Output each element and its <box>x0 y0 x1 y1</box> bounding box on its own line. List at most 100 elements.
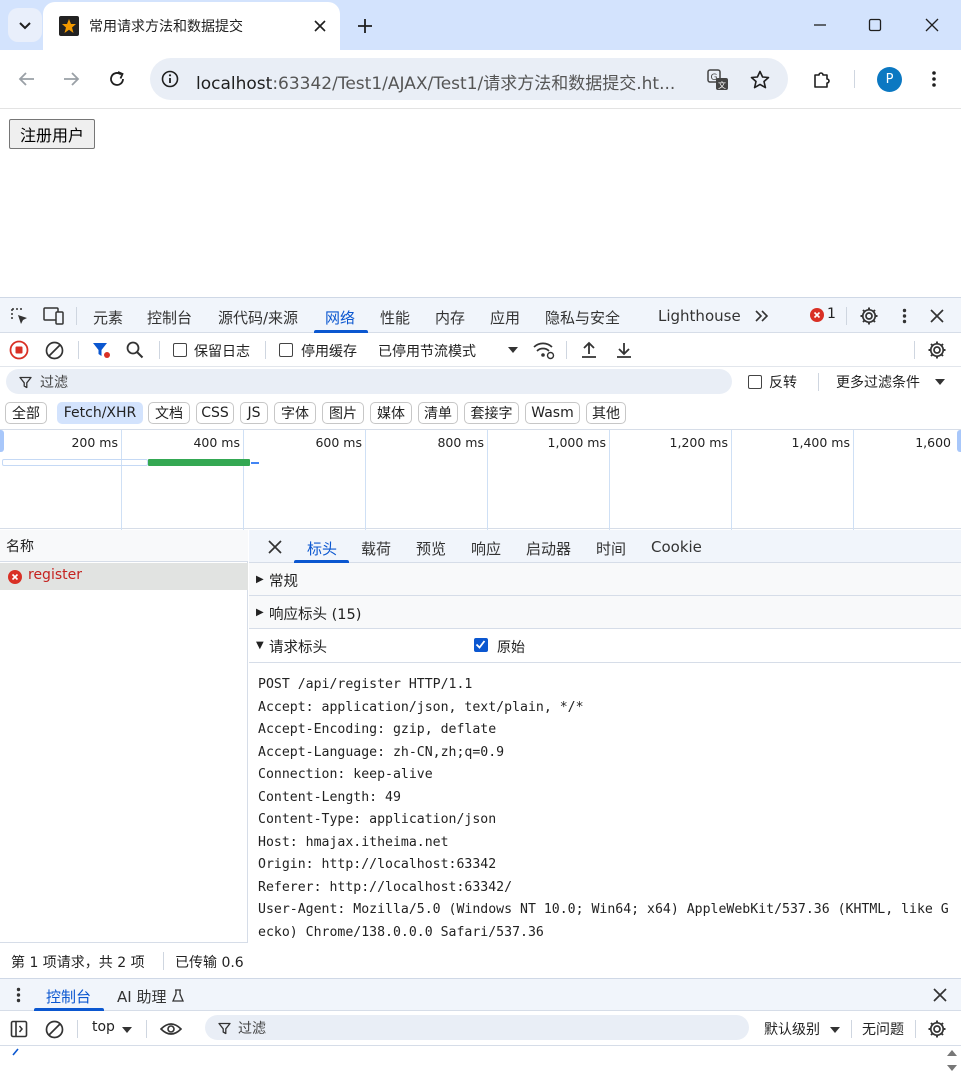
forward-button[interactable] <box>57 65 85 93</box>
clear-console-icon[interactable] <box>44 1019 64 1039</box>
minimize-button[interactable] <box>805 10 835 40</box>
preserve-log-checkbox[interactable] <box>173 343 187 357</box>
dropdown-arrow-icon[interactable] <box>934 377 946 387</box>
more-vert-icon[interactable] <box>897 306 911 326</box>
drawer-tab-ai-assistance[interactable]: AI 助理 <box>117 986 166 1007</box>
tab-preview[interactable]: 预览 <box>416 538 446 559</box>
minimize-icon <box>814 24 826 26</box>
context-selector[interactable]: top <box>92 1019 115 1035</box>
close-devtools-icon[interactable] <box>928 307 946 325</box>
import-har-icon[interactable] <box>579 340 599 360</box>
tab-timing[interactable]: 时间 <box>596 538 626 559</box>
close-drawer-icon[interactable] <box>932 987 948 1003</box>
issues-count[interactable]: 无问题 <box>862 1019 904 1039</box>
tab-network[interactable]: 网络 <box>325 307 355 328</box>
tab-cookies[interactable]: Cookie <box>651 538 702 556</box>
scroll-up-arrow-icon[interactable] <box>946 1047 958 1057</box>
network-settings-gear-icon[interactable] <box>927 340 947 360</box>
maximize-button[interactable] <box>860 10 890 40</box>
timeline-range-handle-right[interactable] <box>957 430 961 452</box>
throttling-select[interactable]: 已停用节流模式 <box>378 341 476 361</box>
section-response-headers[interactable]: ▶ 响应标头 (15) <box>249 596 961 629</box>
error-count[interactable]: 1 <box>827 306 836 322</box>
tab-privacy-security[interactable]: 隐私与安全 <box>545 307 620 328</box>
export-har-icon[interactable] <box>614 340 634 360</box>
tab-payload[interactable]: 载荷 <box>361 538 391 559</box>
invert-checkbox[interactable] <box>748 375 762 389</box>
section-request-headers[interactable]: ▼ 请求标头 原始 <box>249 629 961 663</box>
column-name[interactable]: 名称 <box>6 536 34 556</box>
url-path: :63342/Test1/AJAX/Test1/请求方法和数据提交.ht... <box>272 74 676 94</box>
tab-performance[interactable]: 性能 <box>380 307 410 328</box>
register-user-button[interactable]: 注册用户 <box>9 119 95 149</box>
chip-js[interactable]: JS <box>240 402 268 424</box>
chip-wasm[interactable]: Wasm <box>525 402 580 424</box>
tab-headers[interactable]: 标头 <box>307 538 337 559</box>
more-tabs-chevron-icon[interactable] <box>752 306 772 326</box>
sidebar-toggle-icon[interactable] <box>9 1019 29 1039</box>
request-row[interactable]: register <box>0 563 248 590</box>
network-timeline-overview[interactable]: 200 ms 400 ms 600 ms 800 ms 1,000 ms 1,2… <box>0 429 961 530</box>
error-count-icon[interactable] <box>809 307 824 322</box>
drawer-menu-icon[interactable] <box>12 986 24 1004</box>
dropdown-arrow-icon[interactable] <box>121 1025 133 1035</box>
close-details-icon[interactable] <box>267 539 283 555</box>
filter-funnel-icon[interactable] <box>91 340 111 360</box>
browser-tab-active[interactable]: 常用请求方法和数据提交 <box>43 2 340 50</box>
section-general[interactable]: ▶ 常规 <box>249 563 961 596</box>
chip-other[interactable]: 其他 <box>586 402 626 424</box>
bookmark-star-icon[interactable] <box>748 68 772 92</box>
close-icon[interactable] <box>310 16 330 36</box>
timeline-range-handle-left[interactable] <box>0 430 4 452</box>
disable-cache-checkbox[interactable] <box>279 343 293 357</box>
dropdown-arrow-icon[interactable] <box>829 1025 841 1035</box>
tab-search-button[interactable] <box>8 8 42 42</box>
translate-icon[interactable]: G文 <box>706 68 730 92</box>
reload-button[interactable] <box>103 65 131 93</box>
address-bar[interactable]: localhost:63342/Test1/AJAX/Test1/请求方法和数据… <box>150 58 788 100</box>
profile-avatar[interactable]: P <box>877 67 902 92</box>
eye-icon[interactable] <box>159 1019 183 1039</box>
tab-memory[interactable]: 内存 <box>435 307 465 328</box>
chip-doc[interactable]: 文档 <box>148 402 190 424</box>
dropdown-arrow-icon[interactable] <box>506 345 520 355</box>
network-conditions-icon[interactable] <box>532 340 556 360</box>
chip-manifest[interactable]: 清单 <box>418 402 458 424</box>
site-info-icon[interactable] <box>160 69 180 89</box>
tab-response[interactable]: 响应 <box>471 538 501 559</box>
console-filter-input[interactable]: 过滤 <box>205 1015 749 1040</box>
console-settings-gear-icon[interactable] <box>927 1019 947 1039</box>
inspect-element-icon[interactable] <box>9 306 29 326</box>
new-tab-button[interactable] <box>353 14 377 38</box>
gear-icon[interactable] <box>858 305 880 327</box>
chip-css[interactable]: CSS <box>196 402 234 424</box>
tab-console[interactable]: 控制台 <box>147 307 192 328</box>
drawer-tab-console[interactable]: 控制台 <box>46 986 91 1007</box>
tab-lighthouse[interactable]: Lighthouse <box>658 307 741 325</box>
record-stop-icon[interactable] <box>9 340 29 360</box>
raw-checkbox[interactable] <box>474 638 488 652</box>
tab-application[interactable]: 应用 <box>490 307 520 328</box>
tab-elements[interactable]: 元素 <box>93 307 123 328</box>
browser-menu-button[interactable] <box>920 65 948 93</box>
timeline-gridline <box>609 430 610 530</box>
chip-media[interactable]: 媒体 <box>370 402 412 424</box>
scroll-down-arrow-icon[interactable] <box>946 1063 958 1073</box>
window-close-button[interactable] <box>917 10 947 40</box>
extensions-button[interactable] <box>808 65 836 93</box>
chip-all[interactable]: 全部 <box>5 402 47 424</box>
back-button[interactable] <box>13 65 41 93</box>
tab-initiator[interactable]: 启动器 <box>526 538 571 559</box>
tab-divider <box>76 307 77 325</box>
clear-icon[interactable] <box>44 340 64 360</box>
chip-socket[interactable]: 套接字 <box>464 402 519 424</box>
search-icon[interactable] <box>125 340 145 360</box>
filter-input[interactable]: 过滤 <box>6 369 732 394</box>
tab-sources[interactable]: 源代码/来源 <box>218 307 298 328</box>
chip-fetch-xhr[interactable]: Fetch/XHR <box>57 402 143 424</box>
chip-font[interactable]: 字体 <box>274 402 316 424</box>
chip-img[interactable]: 图片 <box>322 402 364 424</box>
device-toolbar-icon[interactable] <box>43 306 65 326</box>
more-filters-dropdown[interactable]: 更多过滤条件 <box>836 372 920 392</box>
log-level-select[interactable]: 默认级别 <box>764 1019 820 1039</box>
